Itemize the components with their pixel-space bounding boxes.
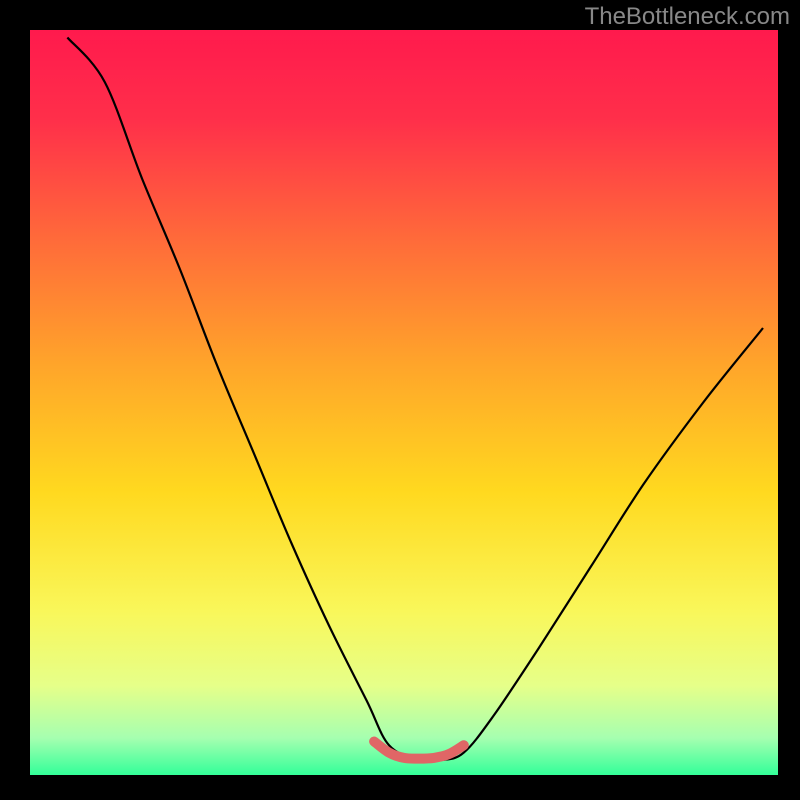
gradient-background [30, 30, 778, 775]
bottleneck-chart [0, 0, 800, 800]
chart-frame: TheBottleneck.com [0, 0, 800, 800]
